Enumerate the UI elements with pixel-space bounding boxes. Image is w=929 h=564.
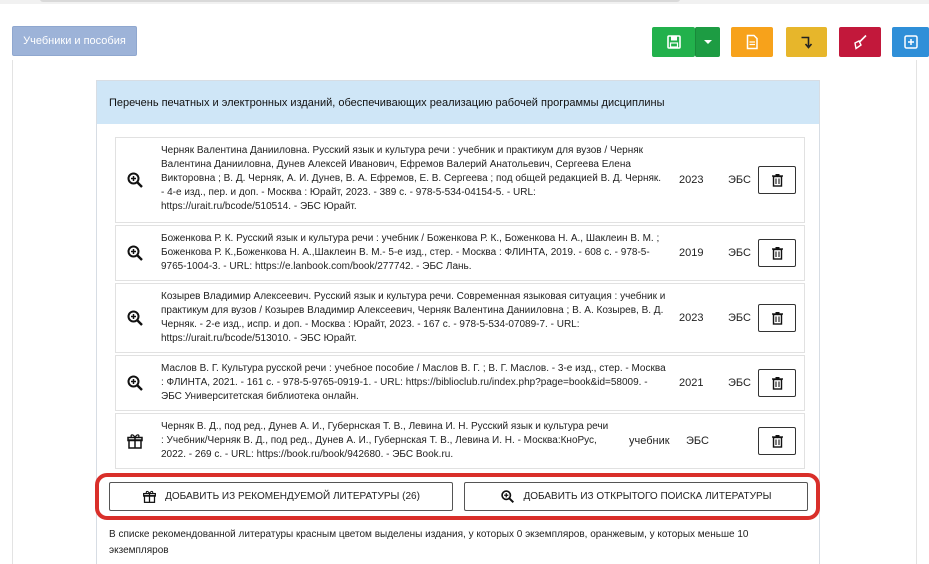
gift-icon — [143, 490, 157, 503]
caret-down-icon — [704, 40, 712, 44]
clipped-heading — [40, 0, 680, 2]
gift-icon[interactable] — [126, 432, 144, 450]
save-options-dropdown[interactable] — [695, 27, 720, 57]
publication-year: 2023 — [679, 312, 704, 324]
legend-note: В списке рекомендованной литературы крас… — [109, 529, 749, 556]
turn-down-arrow-icon — [801, 36, 812, 49]
move-down-button[interactable] — [786, 27, 827, 57]
literature-description: Боженкова Р. К. Русский язык и культура … — [161, 233, 660, 272]
literature-row: Черняк Валентина Данииловна. Русский язы… — [115, 137, 805, 223]
source-label: ЭБС — [728, 312, 751, 324]
tab-textbooks[interactable]: Учебники и пособия — [12, 26, 137, 56]
trash-icon — [771, 174, 783, 187]
box-arrow-icon — [903, 35, 918, 49]
source-label: ЭБС — [728, 247, 751, 259]
add-recommended-button[interactable]: ДОБАВИТЬ ИЗ РЕКОМЕНДУЕМОЙ ЛИТЕРАТУРЫ (26… — [109, 482, 453, 511]
search-plus-icon[interactable] — [126, 244, 144, 262]
literature-description: Черняк Валентина Данииловна. Русский язы… — [161, 145, 662, 212]
literature-description: Маслов В. Г. Культура русской речи : уче… — [161, 363, 666, 402]
literature-panel: Перечень печатных и электронных изданий,… — [95, 80, 820, 564]
search-plus-icon[interactable] — [126, 171, 144, 189]
literature-row: Маслов В. Г. Культура русской речи : уче… — [115, 355, 805, 411]
trash-icon — [771, 312, 783, 325]
clear-button[interactable] — [839, 27, 881, 57]
delete-button[interactable] — [758, 427, 796, 455]
literature-row: Черняк В. Д., под ред., Дунев А. И., Губ… — [115, 413, 805, 469]
document-icon — [746, 34, 758, 50]
save-icon — [666, 35, 681, 49]
panel-title: Перечень печатных и электронных изданий,… — [97, 81, 819, 124]
search-plus-icon[interactable] — [126, 309, 144, 327]
add-open-search-button[interactable]: ДОБАВИТЬ ИЗ ОТКРЫТОГО ПОИСКА ЛИТЕРАТУРЫ — [464, 482, 808, 511]
delete-button[interactable] — [758, 369, 796, 397]
literature-row: Козырев Владимир Алексеевич. Русский язы… — [115, 283, 805, 353]
export-button[interactable] — [892, 27, 929, 57]
source-label: ЭБС — [728, 377, 751, 389]
publication-year: 2019 — [679, 247, 704, 259]
add-literature-area: ДОБАВИТЬ ИЗ РЕКОМЕНДУЕМОЙ ЛИТЕРАТУРЫ (26… — [95, 473, 820, 520]
trash-icon — [771, 377, 783, 390]
delete-button[interactable] — [758, 166, 796, 194]
literature-description: Черняк В. Д., под ред., Дунев А. И., Губ… — [161, 421, 609, 460]
search-plus-icon — [501, 490, 515, 504]
literature-description: Козырев Владимир Алексеевич. Русский язы… — [161, 291, 666, 344]
publication-type: учебник — [629, 435, 670, 447]
save-button[interactable] — [652, 27, 695, 57]
trash-icon — [771, 247, 783, 260]
add-open-search-label: ДОБАВИТЬ ИЗ ОТКРЫТОГО ПОИСКА ЛИТЕРАТУРЫ — [523, 491, 772, 502]
publication-year: 2023 — [679, 174, 704, 186]
source-label: ЭБС — [686, 435, 709, 447]
literature-row: Боженкова Р. К. Русский язык и культура … — [115, 225, 805, 281]
publication-year: 2021 — [679, 377, 704, 389]
search-plus-icon[interactable] — [126, 374, 144, 392]
add-recommended-label: ДОБАВИТЬ ИЗ РЕКОМЕНДУЕМОЙ ЛИТЕРАТУРЫ (26… — [165, 491, 420, 502]
delete-button[interactable] — [758, 239, 796, 267]
clipped-top-region — [0, 0, 929, 4]
trash-icon — [771, 435, 783, 448]
document-button[interactable] — [731, 27, 773, 57]
broom-icon — [854, 34, 867, 50]
source-label: ЭБС — [728, 174, 751, 186]
delete-button[interactable] — [758, 304, 796, 332]
